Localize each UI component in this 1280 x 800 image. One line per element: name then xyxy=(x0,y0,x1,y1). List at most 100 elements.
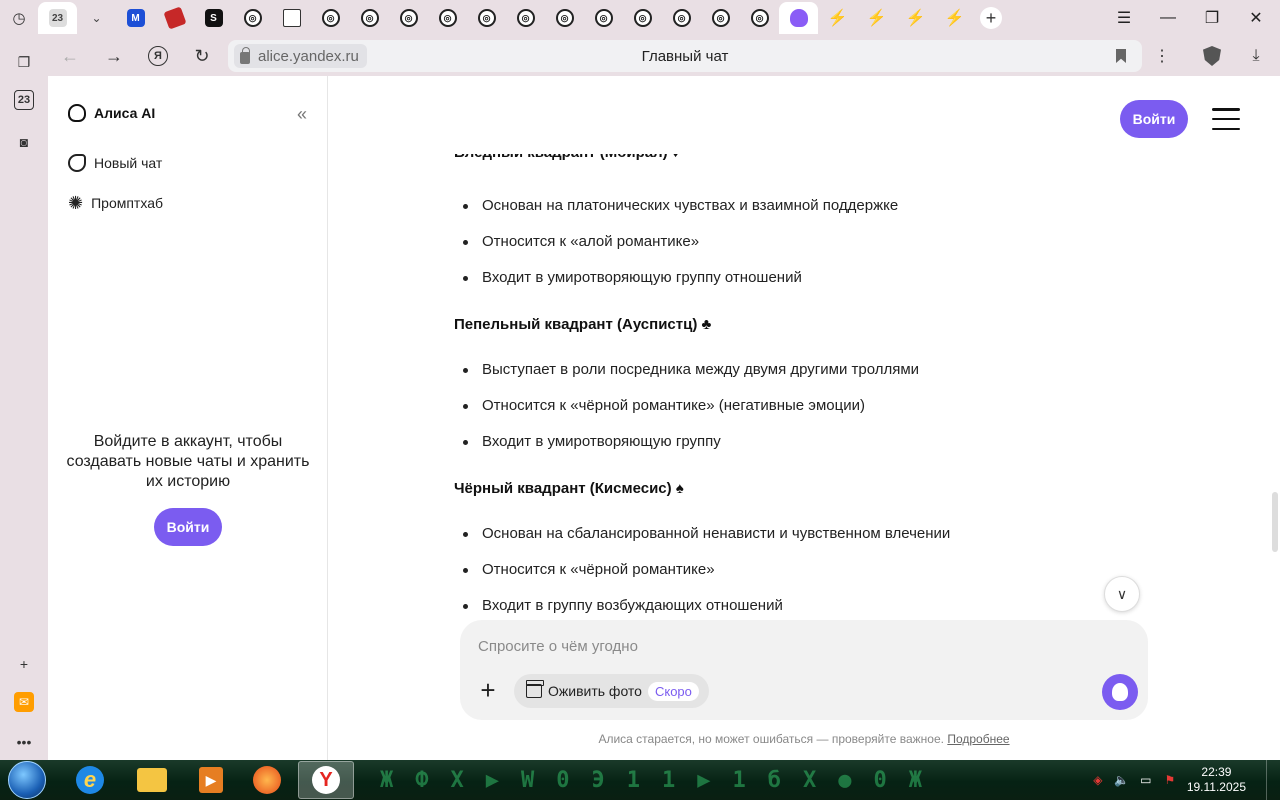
collections-icon[interactable]: ❐ xyxy=(12,50,36,74)
browser-tab[interactable]: ⚡ xyxy=(857,2,896,34)
matrix-glyph: 0 xyxy=(556,767,570,793)
tab-counter[interactable]: 23 xyxy=(38,2,77,34)
taskbar: Ж Ф X ▶ W 0 Э 1 1 ▶ 1 б X ● 0 Ж e ▶ Y ◈ 🔈 ▭ ⚑ 22:39 19.… xyxy=(0,760,1280,800)
browser-tab[interactable]: ◎ xyxy=(350,2,389,34)
reload-button[interactable]: ↻ xyxy=(180,36,224,76)
mail-icon[interactable]: ✉ xyxy=(14,692,34,712)
browser-tab[interactable]: ◎ xyxy=(233,2,272,34)
network-icon[interactable]: ▭ xyxy=(1139,773,1153,787)
list-item: Относится к «алой романтике» xyxy=(454,232,1154,252)
site-info-button[interactable]: alice.yandex.ru xyxy=(234,44,367,68)
m-favicon: M xyxy=(126,9,145,27)
browser-tab[interactable]: ⚡ xyxy=(896,2,935,34)
matrix-glyph: 0 xyxy=(873,767,887,793)
browser-tab[interactable]: ◎ xyxy=(506,2,545,34)
sidebar-item-prompthub[interactable]: ✺ Промптхаб xyxy=(68,194,163,212)
disclaimer: Алиса старается, но может ошибаться — пр… xyxy=(328,732,1280,746)
taskbar-ie[interactable]: e xyxy=(62,761,118,799)
close-button[interactable]: ✕ xyxy=(1234,0,1278,36)
forward-button[interactable]: → xyxy=(92,36,136,76)
url-bar[interactable]: alice.yandex.ru Главный чат xyxy=(228,40,1142,72)
browser-tab[interactable]: ◎ xyxy=(389,2,428,34)
show-desktop-button[interactable] xyxy=(1266,760,1280,800)
scrollbar[interactable] xyxy=(1272,492,1278,552)
taskbar-yandex-browser[interactable]: Y xyxy=(298,761,354,799)
brand-name: Алиса AI xyxy=(94,105,156,121)
new-tab-button[interactable]: + xyxy=(980,7,1002,29)
hamburger-menu-icon[interactable] xyxy=(1212,108,1240,130)
browser-tab[interactable]: S xyxy=(194,2,233,34)
more-options-icon[interactable]: ⋮ xyxy=(1142,36,1182,76)
browser-tab[interactable]: ◎ xyxy=(623,2,662,34)
more-icon[interactable]: ••• xyxy=(12,730,36,754)
browser-tab[interactable]: ⚡ xyxy=(935,2,974,34)
shield-icon xyxy=(1203,46,1221,66)
sidebar-login-button[interactable]: Войти xyxy=(154,508,222,546)
browser-tab[interactable]: ◎ xyxy=(701,2,740,34)
chat-icon xyxy=(68,154,86,172)
browser-tab[interactable]: ◎ xyxy=(428,2,467,34)
folder-icon xyxy=(137,768,167,792)
more-info-link[interactable]: Подробнее xyxy=(947,732,1009,746)
back-button[interactable]: ← xyxy=(48,36,92,76)
clock[interactable]: 22:39 19.11.2025 xyxy=(1187,765,1246,795)
browser-tab[interactable]: ◎ xyxy=(467,2,506,34)
bullet-list: Основан на сбалансированной ненависти и … xyxy=(454,524,1154,616)
matrix-glyph: X xyxy=(803,767,817,793)
browser-tab[interactable]: ⚡ xyxy=(818,2,857,34)
taskbar-firefox[interactable] xyxy=(242,761,292,799)
screenshot-icon[interactable]: ◙ xyxy=(12,130,36,154)
add-panel-icon[interactable]: + xyxy=(12,652,36,676)
downloads-button[interactable]: ⤓ xyxy=(1236,36,1276,76)
message-input[interactable] xyxy=(478,634,1078,658)
protect-button[interactable] xyxy=(1192,36,1232,76)
browser-tab[interactable]: ◎ xyxy=(584,2,623,34)
taskbar-media-player[interactable]: ▶ xyxy=(186,761,236,799)
sidebar-item-new-chat[interactable]: Новый чат xyxy=(68,154,162,172)
action-center-icon[interactable]: ⚑ xyxy=(1163,773,1177,787)
browser-tab[interactable]: ◎ xyxy=(545,2,584,34)
header-login-button[interactable]: Войти xyxy=(1120,100,1188,138)
tab-list-dropdown[interactable]: ⌄ xyxy=(77,2,116,34)
restore-button[interactable]: ❐ xyxy=(1190,0,1234,36)
antivirus-icon[interactable]: ◈ xyxy=(1091,773,1105,787)
yandex-button[interactable]: Я xyxy=(136,36,180,76)
browser-tab[interactable]: ◎ xyxy=(740,2,779,34)
matrix-glyph: X xyxy=(450,767,464,793)
browser-tab[interactable] xyxy=(272,2,311,34)
sidebar-item-label: Новый чат xyxy=(94,155,163,171)
matrix-glyph: Э xyxy=(591,767,605,793)
sidebar-item-label: Промптхаб xyxy=(91,195,163,211)
minimize-button[interactable]: — xyxy=(1146,0,1190,36)
browser-tab[interactable]: M xyxy=(116,2,155,34)
calendar-icon[interactable]: 23 xyxy=(14,90,34,110)
menu-icon[interactable]: ☰ xyxy=(1102,0,1146,36)
plus-icon: + xyxy=(480,675,496,705)
browser-side-panel: ❐ 23 ◙ + ✉ ••• xyxy=(0,36,48,760)
alice-send-button[interactable] xyxy=(1102,674,1138,710)
history-icon[interactable]: ◷ xyxy=(0,2,38,34)
taskbar-explorer[interactable] xyxy=(124,761,180,799)
browser-tab[interactable]: ◎ xyxy=(662,2,701,34)
system-tray: ◈ 🔈 ▭ ⚑ 22:39 19.11.2025 xyxy=(1091,760,1246,800)
matrix-glyph: 1 xyxy=(732,767,746,793)
browser-tab[interactable]: ◎ xyxy=(311,2,350,34)
alice-favicon xyxy=(789,9,808,27)
brain-favicon: ◎ xyxy=(321,9,340,27)
browser-tab[interactable] xyxy=(779,2,818,34)
url-text: alice.yandex.ru xyxy=(258,47,359,65)
start-button[interactable] xyxy=(8,761,46,799)
collapse-sidebar-icon[interactable]: « xyxy=(297,104,307,125)
brain-favicon: ◎ xyxy=(243,9,262,27)
brand[interactable]: Алиса AI xyxy=(68,104,155,122)
volume-icon[interactable]: 🔈 xyxy=(1114,773,1129,787)
animate-photo-chip[interactable]: Оживить фото Скоро xyxy=(514,674,709,708)
media-player-icon: ▶ xyxy=(199,767,223,793)
browser-tab[interactable] xyxy=(155,2,194,34)
login-prompt-text: Войдите в аккаунт, чтобы создавать новые… xyxy=(66,433,310,490)
attach-button[interactable]: + xyxy=(476,675,500,705)
brain-favicon: ◎ xyxy=(438,9,457,27)
scroll-to-bottom-button[interactable]: ∨ xyxy=(1104,576,1140,612)
bolt-favicon: ⚡ xyxy=(905,10,926,27)
bookmark-icon[interactable] xyxy=(1116,49,1126,63)
